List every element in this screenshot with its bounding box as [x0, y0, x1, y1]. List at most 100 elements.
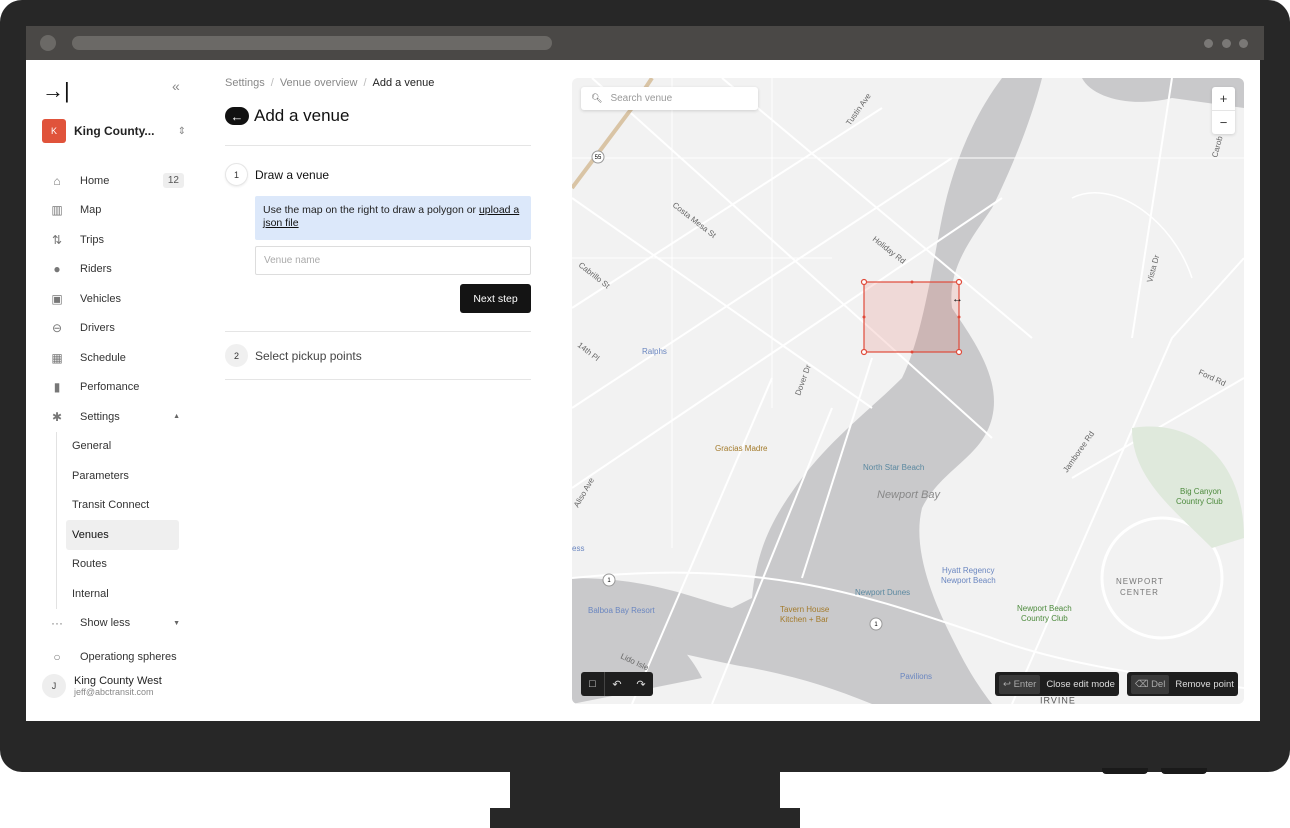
- poi-label: Ralphs: [642, 347, 667, 356]
- poi-label: Kitchen + Bar: [780, 615, 829, 624]
- collapse-sidebar-button[interactable]: «: [172, 78, 180, 94]
- person-icon: ●: [53, 262, 61, 277]
- zoom-controls: + −: [1212, 87, 1235, 134]
- window-dot: [1239, 39, 1248, 48]
- map-search-input[interactable]: 🔍︎ Search venue: [581, 87, 758, 110]
- poi-label: NEWPORT: [1116, 577, 1164, 586]
- poi-label: Hyatt Regency: [942, 566, 994, 575]
- logo-icon: →|: [42, 78, 70, 103]
- breadcrumb-venue-overview[interactable]: Venue overview: [280, 77, 358, 89]
- street-label: 14th Pl: [576, 340, 601, 363]
- sidebar-item-vehicles[interactable]: ▣ Vehicles: [42, 284, 186, 314]
- breadcrumb: Settings / Venue overview / Add a venue: [225, 77, 435, 89]
- poi-label: Newport Bay: [877, 489, 941, 501]
- user-profile[interactable]: J King County West jeff@abctransit.com: [42, 674, 162, 698]
- sidebar: →| « K King County... ⇕ ⌂ Home 12 ▥ Map ⇅ Tr…: [26, 60, 196, 721]
- step-label: Select pickup points: [255, 348, 362, 363]
- step-2[interactable]: 2 Select pickup points: [225, 344, 362, 367]
- venue-name-input[interactable]: [255, 246, 531, 275]
- poi-label: ess: [572, 544, 584, 553]
- poi-label: IRVINE: [1040, 696, 1076, 705]
- user-name: King County West: [74, 675, 162, 687]
- circle-icon: ○: [53, 649, 61, 664]
- close-edit-mode-hint[interactable]: ↩ Enter Close edit mode: [995, 672, 1119, 696]
- steering-wheel-icon: ⊖: [51, 321, 63, 336]
- org-avatar: K: [42, 119, 66, 143]
- sidebar-subitem-venues[interactable]: Venues: [66, 520, 179, 550]
- redo-button[interactable]: ↷: [629, 672, 653, 696]
- org-switcher[interactable]: K King County... ⇕: [42, 119, 186, 143]
- map-graphic[interactable]: ↔ Tustin Ave Costa Mesa St Holiday Rd Ca…: [572, 78, 1244, 704]
- zoom-out-button[interactable]: −: [1212, 111, 1235, 135]
- undo-icon: ↶: [612, 678, 622, 691]
- sidebar-subitem-transit-connect[interactable]: Transit Connect: [42, 491, 186, 521]
- svg-text:55: 55: [595, 155, 602, 161]
- sidebar-item-label: Vehicles: [80, 292, 121, 305]
- sidebar-item-label: Home: [80, 174, 110, 187]
- street-label: Costa Mesa St: [671, 200, 718, 240]
- sidebar-item-map[interactable]: ▥ Map: [42, 196, 186, 226]
- draw-toolbar: □ ↶ ↷: [581, 672, 653, 696]
- draw-rectangle-button[interactable]: □: [581, 672, 605, 696]
- sidebar-item-label: Settings: [80, 410, 120, 423]
- poi-label: Gracias Madre: [715, 444, 768, 453]
- monitor-base: [490, 808, 800, 828]
- sidebar-item-label: Trips: [80, 233, 105, 246]
- next-step-button[interactable]: Next step: [460, 284, 531, 313]
- bus-icon: ▣: [51, 291, 63, 306]
- address-bar[interactable]: [72, 36, 552, 50]
- sidebar-item-drivers[interactable]: ⊖ Drivers: [42, 314, 186, 344]
- caret-up-icon: ▲: [173, 413, 180, 421]
- sidebar-item-settings[interactable]: ✱ Settings ▲: [42, 402, 186, 432]
- sidebar-item-trips[interactable]: ⇅ Trips: [42, 225, 186, 255]
- caret-down-icon: ▼: [173, 619, 180, 627]
- step-label: Draw a venue: [255, 167, 330, 182]
- sidebar-subitem-routes[interactable]: Routes: [42, 550, 186, 580]
- arrow-left-icon: ←: [230, 108, 244, 124]
- sidebar-item-label: Map: [80, 204, 102, 217]
- enter-key: ↩ Enter: [999, 674, 1041, 694]
- divider: [225, 145, 531, 146]
- zoom-in-button[interactable]: +: [1212, 87, 1235, 111]
- back-button[interactable]: ←: [225, 107, 249, 125]
- step-1: 1 Draw a venue: [225, 163, 329, 186]
- divider: [225, 379, 531, 380]
- search-placeholder: Search venue: [610, 93, 673, 104]
- sidebar-item-operating-spheres[interactable]: ○ Operationg spheres: [42, 642, 186, 672]
- monitor-stand: [510, 770, 780, 810]
- org-name: King County...: [74, 124, 155, 138]
- breadcrumb-settings[interactable]: Settings: [225, 77, 265, 89]
- poi-label: Newport Beach: [1017, 604, 1072, 613]
- more-dots-icon: ···: [51, 616, 63, 631]
- sidebar-item-home[interactable]: ⌂ Home 12: [42, 166, 186, 196]
- undo-button[interactable]: ↶: [605, 672, 629, 696]
- remove-point-hint[interactable]: ⌫ Del Remove point: [1127, 672, 1238, 696]
- show-less-label: Show less: [80, 617, 131, 630]
- square-icon: □: [589, 678, 596, 690]
- poi-label: Pavilions: [900, 672, 932, 681]
- redo-icon: ↷: [636, 678, 646, 691]
- sidebar-item-performance[interactable]: ▮ Perfomance: [42, 373, 186, 403]
- poi-label: Big Canyon: [1180, 487, 1221, 496]
- sidebar-subitem-internal[interactable]: Internal: [42, 579, 186, 609]
- hint-label: Remove point: [1175, 678, 1234, 690]
- poi-label: Newport Dunes: [855, 588, 910, 597]
- draw-polygon[interactable]: ↔: [860, 278, 964, 356]
- sidebar-subitem-general[interactable]: General: [42, 432, 186, 462]
- street-label: Tustin Ave: [844, 91, 873, 127]
- sidebar-item-schedule[interactable]: ▦ Schedule: [42, 343, 186, 373]
- sidebar-item-riders[interactable]: ● Riders: [42, 255, 186, 285]
- show-less-button[interactable]: ··· Show less ▼: [42, 609, 186, 639]
- poi-label: Newport Beach: [941, 576, 996, 585]
- poi-label: Country Club: [1176, 497, 1223, 506]
- step-number: 1: [225, 163, 248, 186]
- sidebar-item-label: Perfomance: [80, 381, 140, 394]
- map-canvas[interactable]: ↔ Tustin Ave Costa Mesa St Holiday Rd Ca…: [572, 78, 1244, 704]
- info-text: Use the map on the right to draw a polyg…: [263, 204, 479, 216]
- browser-chrome: [26, 26, 1264, 60]
- window-dot: [1204, 39, 1213, 48]
- poi-label: Country Club: [1021, 614, 1068, 623]
- sidebar-item-label: Drivers: [80, 322, 115, 335]
- sidebar-subitem-parameters[interactable]: Parameters: [42, 461, 186, 491]
- sidebar-item-label: Schedule: [80, 351, 126, 364]
